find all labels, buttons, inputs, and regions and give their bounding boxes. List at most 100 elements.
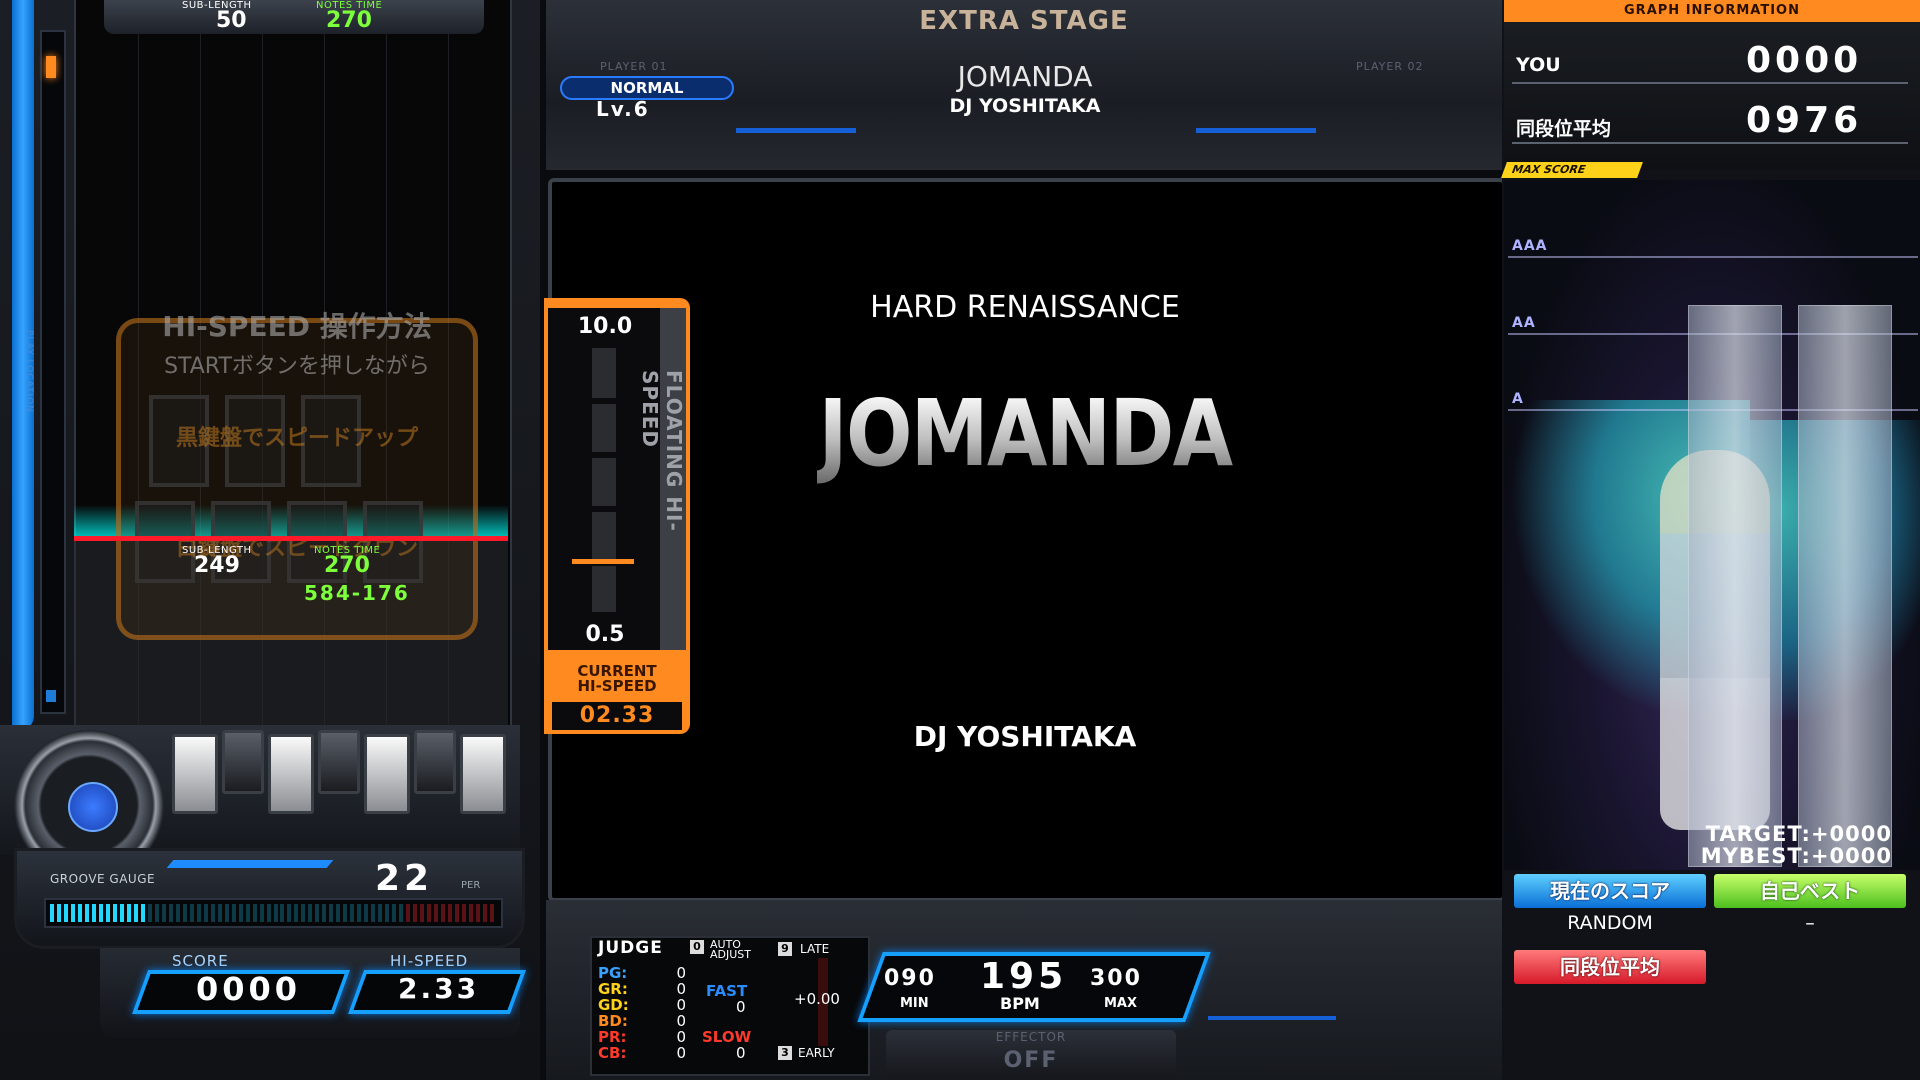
graph-header: GRAPH INFORMATION — [1504, 0, 1920, 22]
player2-label: PLAYER 02 — [1356, 60, 1424, 73]
mid-note-counter: SUB-LENGTH 249 NOTES TIME 270 584-176 — [150, 545, 450, 605]
groove-segment — [245, 904, 250, 922]
groove-segment — [196, 904, 201, 922]
groove-segment — [287, 904, 292, 922]
mybest-diff: MYBEST:+0000 — [1700, 844, 1892, 868]
turntable-center-icon — [68, 782, 118, 832]
hispeed-help-line1: STARTボタンを押しながら — [164, 354, 430, 379]
key-7[interactable] — [460, 734, 506, 814]
player1-label: PLAYER 01 — [600, 60, 668, 73]
groove-segment — [364, 904, 369, 922]
max-score-tag: MAX SCORE — [1501, 162, 1643, 178]
rank-average-button[interactable]: 同段位平均 — [1514, 950, 1706, 984]
hispeed-value: 2.33 — [398, 972, 480, 1005]
groove-segment — [483, 904, 488, 922]
groove-segment — [392, 904, 397, 922]
groove-segment — [252, 904, 257, 922]
groove-segment — [336, 904, 341, 922]
groove-segment — [231, 904, 236, 922]
floating-hispeed-max: 10.0 — [577, 314, 633, 339]
hispeed-help-title: HI-SPEED 操作方法 — [162, 310, 432, 343]
play-location-bar — [40, 30, 66, 714]
floating-hispeed-track — [592, 348, 616, 612]
key-4[interactable] — [318, 730, 360, 794]
groove-segment — [189, 904, 194, 922]
bpm-max-label: MAX — [1104, 996, 1138, 1011]
key-3[interactable] — [268, 734, 314, 814]
groove-segment — [385, 904, 390, 922]
groove-segment — [322, 904, 327, 922]
key-1[interactable] — [172, 734, 218, 814]
groove-segment — [420, 904, 425, 922]
auto-adjust-label: AUTO ADJUST — [710, 939, 751, 961]
groove-segment — [266, 904, 271, 922]
you-label: YOU — [1516, 54, 1561, 76]
early-label: EARLY — [798, 1046, 835, 1060]
key-5[interactable] — [364, 734, 410, 814]
graph-bar-you — [1688, 305, 1782, 867]
effector-value: OFF — [1003, 1048, 1059, 1073]
groove-segment — [63, 904, 68, 922]
groove-segment — [455, 904, 460, 922]
groove-segment — [329, 904, 334, 922]
sub-length-value: 50 — [216, 8, 247, 33]
judge-title: JUDGE — [598, 938, 663, 958]
groove-segment — [91, 904, 96, 922]
groove-gauge-unit: PER — [461, 880, 481, 891]
groove-segment — [112, 904, 117, 922]
judge-row-label: CB: — [598, 1044, 627, 1062]
judge-line — [74, 536, 508, 541]
groove-segment — [210, 904, 215, 922]
groove-accent — [166, 860, 334, 868]
groove-segment — [294, 904, 299, 922]
groove-segment — [182, 904, 187, 922]
groove-segment — [315, 904, 320, 922]
groove-segment — [161, 904, 166, 922]
track-divider — [592, 452, 616, 458]
play-location-marker — [46, 56, 56, 78]
groove-segment — [441, 904, 446, 922]
target-diff: TARGET:+0000 — [1705, 822, 1892, 846]
groove-segment — [280, 904, 285, 922]
personal-best-button[interactable]: 自己ベスト — [1714, 874, 1906, 908]
groove-segment — [448, 904, 453, 922]
bpm-accent — [1208, 1016, 1336, 1020]
groove-segment — [154, 904, 159, 922]
stage-label: EXTRA STAGE — [919, 6, 1129, 36]
bpm-min-label: MIN — [900, 996, 929, 1011]
groove-segment — [84, 904, 89, 922]
floating-hispeed-marker[interactable] — [572, 559, 634, 564]
groove-segment — [378, 904, 383, 922]
track-divider — [592, 506, 616, 512]
late-count: 9 — [778, 942, 792, 956]
key-6[interactable] — [414, 730, 456, 794]
notes-time-value: 270 — [324, 553, 370, 578]
effector-label: EFFECTOR — [995, 1030, 1067, 1044]
notes-time-value: 270 — [326, 8, 372, 33]
you-score: 0000 — [1746, 40, 1863, 81]
groove-segment — [56, 904, 61, 922]
groove-segment — [217, 904, 222, 922]
key-2[interactable] — [222, 730, 264, 794]
auto-adjust-count: 0 — [690, 940, 704, 954]
groove-segment — [357, 904, 362, 922]
score-label: SCORE — [172, 952, 229, 970]
bpm-current: 195 — [980, 956, 1068, 997]
song-artist-large: DJ YOSHITAKA — [913, 720, 1137, 753]
groove-segment — [406, 904, 411, 922]
groove-segment — [133, 904, 138, 922]
divider — [1512, 82, 1908, 84]
floating-hispeed-label: FLOATING HI-SPEED — [638, 370, 686, 532]
groove-segment — [427, 904, 432, 922]
current-option: RANDOM — [1567, 912, 1653, 934]
early-count: 3 — [778, 1046, 792, 1060]
groove-segment — [399, 904, 404, 922]
groove-segment — [308, 904, 313, 922]
groove-segment — [238, 904, 243, 922]
current-score-button[interactable]: 現在のスコア — [1514, 874, 1706, 908]
divider — [1512, 142, 1908, 144]
groove-segment — [175, 904, 180, 922]
groove-segment — [350, 904, 355, 922]
auto-adjust-label-2: ADJUST — [710, 948, 751, 961]
groove-segment — [98, 904, 103, 922]
